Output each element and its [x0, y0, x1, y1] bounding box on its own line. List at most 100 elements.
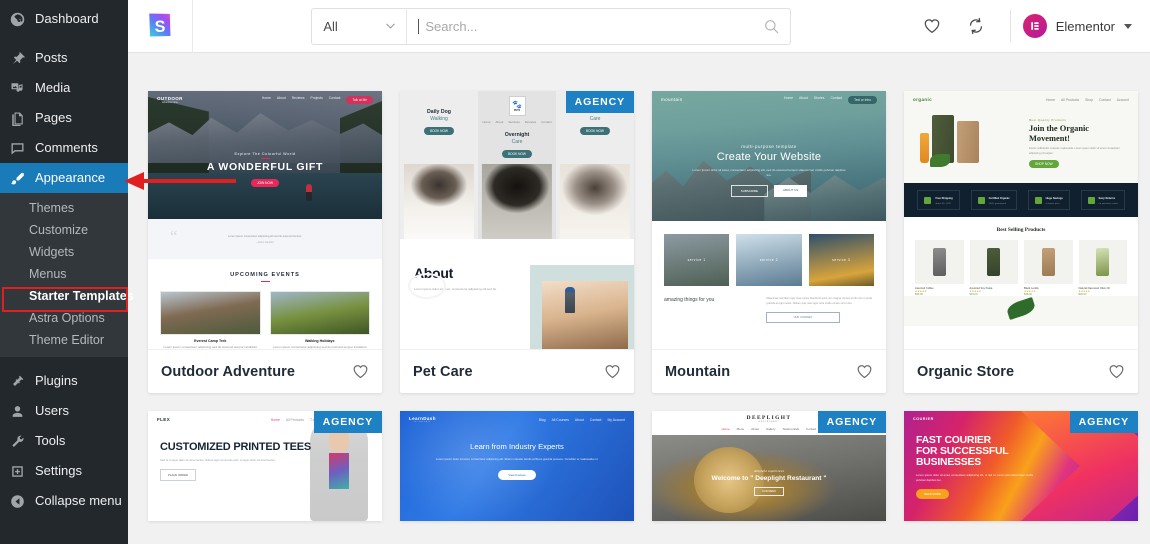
- preview-nav-link: Home: [784, 95, 794, 100]
- preview-product: Assorted Soy Pasta ★★★★★ $15.00: [969, 240, 1018, 296]
- template-card[interactable]: LearnDash STUDIES Blog All Courses About…: [400, 411, 634, 521]
- preview-feature-item: Easy Returns no questions asked: [1080, 190, 1125, 210]
- preview-service-tile: service 3: [808, 234, 874, 286]
- preview-lower-cta: OUR JOURNEY: [766, 312, 840, 324]
- template-card[interactable]: mountain Home About Stories Contact Text…: [652, 91, 886, 393]
- preview-hero-kicker: Best Quality Products: [1029, 118, 1067, 122]
- sidebar-item-label: Collapse menu: [35, 493, 122, 508]
- sidebar-item-label: Dashboard: [35, 11, 99, 26]
- appearance-icon: [9, 170, 26, 187]
- submenu-item-menus[interactable]: Menus: [0, 263, 128, 285]
- submenu-item-themes[interactable]: Themes: [0, 197, 128, 219]
- preview-hero-cta: JOIN NOW: [251, 179, 279, 188]
- preview-hero-text: Sed ut congue diam sit amet lectus, fini…: [160, 458, 276, 463]
- heart-icon[interactable]: [604, 363, 621, 380]
- users-icon: [9, 403, 26, 420]
- preview-feature-sub: 100% guaranteed: [988, 203, 1006, 205]
- preview-nav-link: About: [276, 95, 286, 100]
- preview-product: Natural Flavoured Olive Oil ★★★★★ $20.00: [1078, 240, 1127, 296]
- preview-nav-logo: FLEX: [157, 417, 171, 422]
- sidebar-item-pages[interactable]: Pages: [0, 103, 128, 133]
- preview-product: Black Lentils ★★★★★ $28.00: [1024, 240, 1073, 296]
- submenu-item-astra-options[interactable]: Astra Options: [0, 307, 128, 329]
- search-input[interactable]: [425, 18, 759, 34]
- submenu-item-starter-templates[interactable]: Starter Templates: [0, 285, 134, 307]
- sidebar-item-tools[interactable]: Tools: [0, 426, 128, 456]
- category-filter-select[interactable]: All: [312, 8, 408, 44]
- template-card-footer: Outdoor Adventure: [148, 349, 382, 393]
- header-divider: [1009, 10, 1011, 42]
- template-card[interactable]: AGENCY FLEX Home All Products T-shirts M…: [148, 411, 382, 521]
- pin-icon: [9, 50, 26, 67]
- sidebar-item-label: Plugins: [35, 373, 78, 388]
- preview-nav-link: Home: [482, 120, 491, 124]
- preview-nav-link: Blog: [538, 417, 546, 422]
- sidebar-item-comments[interactable]: Comments: [0, 133, 128, 163]
- page-builder-selector[interactable]: Elementor: [1022, 14, 1150, 38]
- preview-quote-author: - Adam Sandler: [256, 240, 274, 244]
- sidebar-item-appearance[interactable]: Appearance: [0, 163, 128, 193]
- preview-logo: PETS: [513, 108, 521, 112]
- sidebar-item-posts[interactable]: Posts: [0, 43, 128, 73]
- preview-hero-text: Donec sollicitudin molestie malesuada. L…: [1029, 147, 1120, 155]
- sidebar-item-label: Users: [35, 403, 69, 418]
- app-logo-cell[interactable]: S: [128, 0, 193, 53]
- agency-badge: AGENCY: [1069, 411, 1138, 433]
- preview-service-tile: service 2: [736, 234, 802, 286]
- preview-service-line2: Care: [589, 116, 601, 122]
- dashboard-icon: [9, 11, 26, 28]
- preview-hero-button: SUBSCRIBE: [730, 185, 769, 198]
- preview-product: Assorted Coffee ★★★★★ $35.00: [915, 240, 964, 296]
- preview-nav-link: Reviews: [291, 95, 305, 100]
- preview-nav-sub: STUDIES: [414, 421, 431, 423]
- sidebar-item-media[interactable]: Media: [0, 73, 128, 103]
- preview-nav-link: Account: [1116, 97, 1129, 102]
- sidebar-item-settings[interactable]: Settings: [0, 456, 128, 486]
- preview-nav-link: Home: [1045, 97, 1056, 102]
- search-bar: All: [311, 7, 792, 45]
- submenu-item-customize[interactable]: Customize: [0, 219, 128, 241]
- preview-hero-kicker: Explore The Colourful World: [234, 152, 296, 156]
- template-card[interactable]: AGENCY DEEPLIGHT RESTAURANT Home Menu Ab…: [652, 411, 886, 521]
- heart-icon[interactable]: [856, 363, 873, 380]
- preview-feature-sub: no questions asked: [1098, 203, 1118, 205]
- preview-event-desc: Lorem ipsum consectetur adipiscing sed d…: [272, 345, 367, 349]
- preview-nav-link: About: [751, 427, 759, 431]
- preview-nav-logo: mountain: [661, 97, 683, 102]
- heart-icon[interactable]: [352, 363, 369, 380]
- preview-service-cta: BOOK NOW: [424, 127, 454, 135]
- template-card[interactable]: OUTDOOR adventure time Home About Review…: [148, 91, 382, 393]
- preview-nav-link: All Products: [1061, 97, 1080, 102]
- sidebar-item-label: Posts: [35, 50, 68, 65]
- favorites-button[interactable]: [915, 9, 949, 43]
- preview-nav-link: Shop: [1085, 97, 1094, 102]
- preview-nav-link: About: [495, 120, 504, 124]
- preview-hero-kicker: delightful experiences: [754, 469, 784, 473]
- page-builder-name: Elementor: [1055, 18, 1115, 34]
- template-card[interactable]: AGENCY Daily Dog Walking BOOK NOW 🐾 PETS…: [400, 91, 634, 393]
- template-card[interactable]: organic Home All Products Shop Contact A…: [904, 91, 1138, 393]
- heart-icon[interactable]: [1108, 363, 1125, 380]
- preview-service-line2: Walking: [430, 116, 448, 122]
- preview-nav-link: All Products: [285, 417, 304, 422]
- sidebar-item-users[interactable]: Users: [0, 396, 128, 426]
- plugins-icon: [9, 373, 26, 390]
- template-card[interactable]: AGENCY COURIER Home Services About Track: [904, 411, 1138, 521]
- submenu-item-widgets[interactable]: Widgets: [0, 241, 128, 263]
- comments-icon: [9, 140, 26, 157]
- sync-button[interactable]: [959, 9, 993, 43]
- sidebar-item-collapse-menu[interactable]: Collapse menu: [0, 486, 128, 516]
- preview-nav-link: Gallery: [766, 427, 776, 431]
- svg-text:S: S: [155, 18, 166, 36]
- sidebar-item-plugins[interactable]: Plugins: [0, 366, 128, 396]
- search-input-wrap: [407, 18, 790, 34]
- sidebar-item-label: Tools: [35, 433, 66, 448]
- preview-hero-title: Create Your Website: [716, 151, 822, 163]
- submenu-item-theme-editor[interactable]: Theme Editor: [0, 329, 128, 351]
- preview-nav-link: Contact: [1099, 97, 1111, 102]
- preview-hero-cta: SHOP NOW: [1029, 159, 1059, 168]
- category-filter-value: All: [323, 18, 338, 34]
- preview-service-line1: Daily Dog: [427, 109, 451, 115]
- sidebar-item-dashboard[interactable]: Dashboard: [0, 4, 128, 34]
- settings-icon: [9, 463, 26, 480]
